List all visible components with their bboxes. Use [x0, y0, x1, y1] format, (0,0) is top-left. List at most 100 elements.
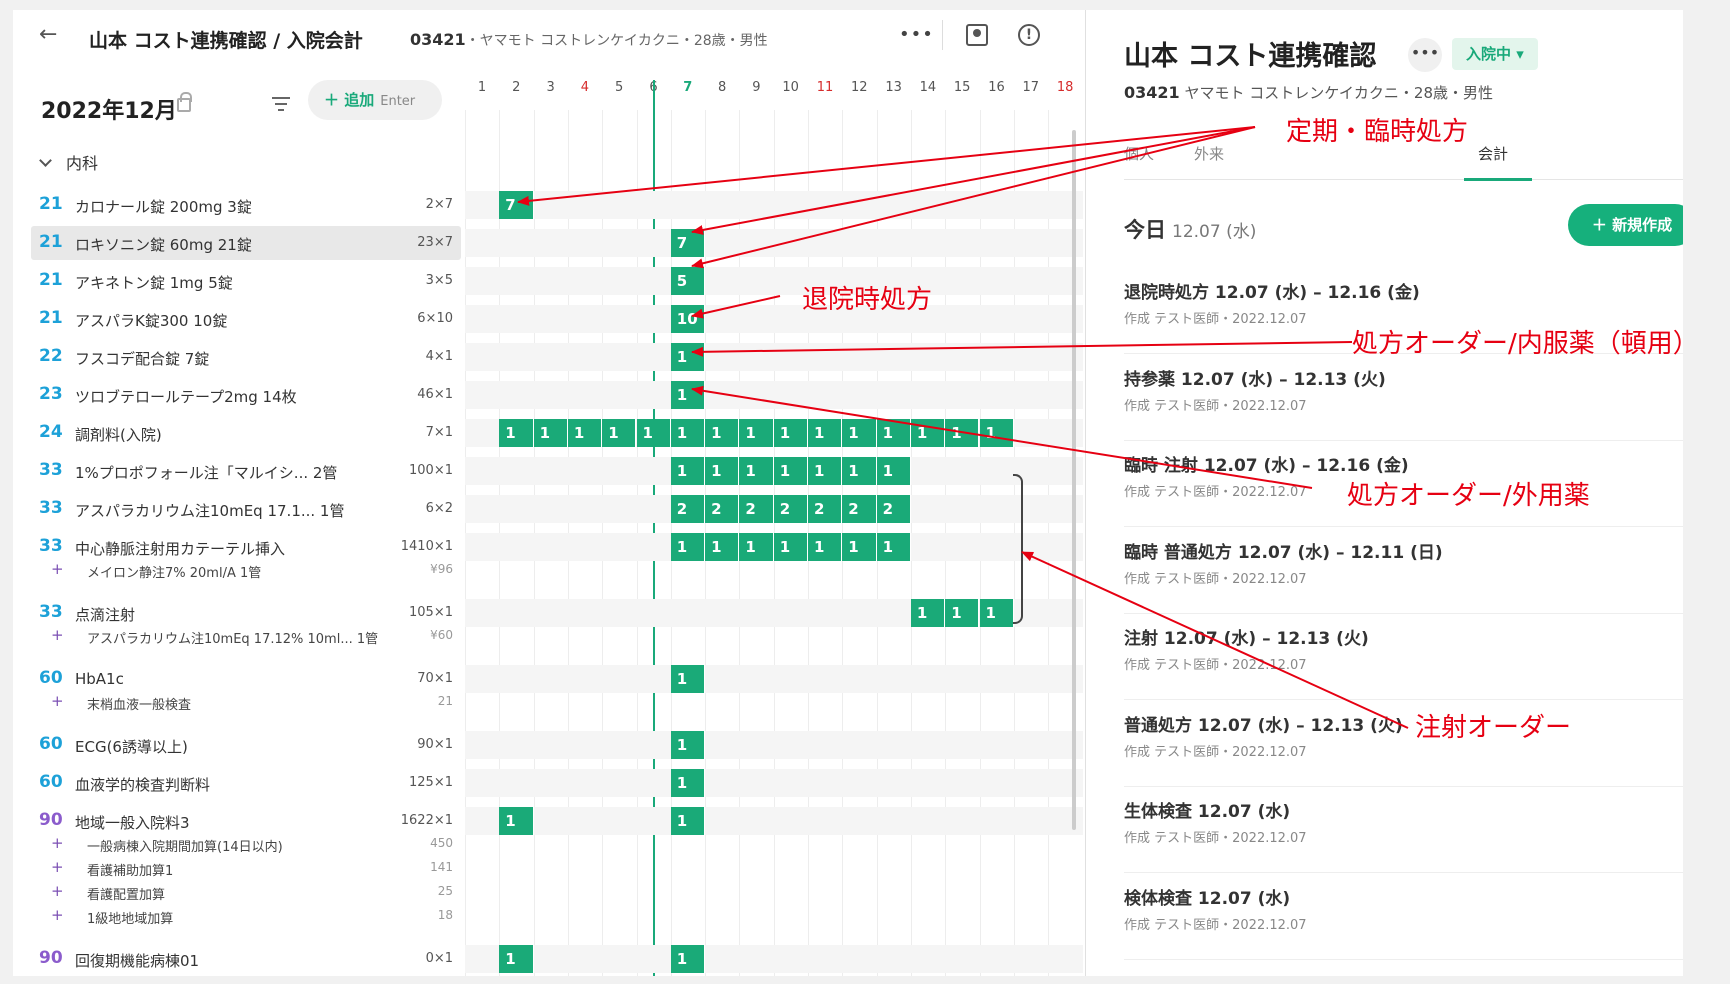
schedule-cell[interactable]: 1 — [808, 457, 843, 485]
schedule-cell[interactable]: 1 — [773, 533, 808, 561]
schedule-cell[interactable]: 1 — [533, 419, 568, 447]
schedule-cell[interactable]: 1 — [567, 419, 603, 447]
item-timeline-track[interactable]: 7 — [465, 191, 1083, 219]
item-row[interactable]: 21 アキネトン錠 1mg 5錠 3×5 — [31, 264, 461, 298]
item-row[interactable]: 33 1%プロポフォール注「マルイシ... 2管 100×1 — [31, 454, 461, 488]
item-row[interactable]: 60 ECG(6誘導以上) 90×1 — [31, 728, 461, 762]
tab-personal[interactable]: 個人 — [1124, 143, 1154, 164]
status-badge[interactable]: 入院中 ▾ — [1452, 38, 1538, 70]
item-row[interactable]: 21 アスパラK錠300 10錠 6×10 — [31, 302, 461, 336]
schedule-cell[interactable]: 1 — [910, 599, 946, 627]
schedule-cell[interactable]: 1 — [773, 457, 808, 485]
schedule-cell[interactable]: 1 — [705, 457, 740, 485]
schedule-cell[interactable]: 1 — [670, 665, 706, 693]
sub-item[interactable]: + アスパラカリウム注10mEq 17.12% 10ml... 1管 ¥60 — [43, 626, 461, 647]
schedule-cell[interactable]: 1 — [670, 381, 706, 409]
schedule-cell[interactable]: 2 — [842, 495, 877, 523]
item-timeline-track[interactable]: 5 — [465, 267, 1083, 295]
schedule-cell[interactable]: 2 — [808, 495, 843, 523]
sub-item[interactable]: +1級地地域加算 18 — [43, 906, 461, 927]
schedule-cell[interactable]: 10 — [670, 305, 706, 333]
schedule-cell[interactable]: 1 — [773, 419, 808, 447]
item-timeline-track[interactable]: 1 — [465, 381, 1083, 409]
detail-more-icon[interactable]: ••• — [1408, 38, 1442, 72]
schedule-cell[interactable]: 1 — [670, 769, 706, 797]
schedule-cell[interactable]: 1 — [910, 419, 946, 447]
item-timeline-track[interactable]: 11 — [465, 807, 1083, 835]
item-row[interactable]: 24 調剤料(入院) 7×1 — [31, 416, 461, 450]
item-timeline-track[interactable]: 111111111111111 — [465, 419, 1083, 447]
schedule-cell[interactable]: 1 — [842, 419, 877, 447]
item-row[interactable]: 33 点滴注射 105×1 — [31, 596, 461, 630]
schedule-cell[interactable]: 1 — [979, 419, 1014, 447]
schedule-cell[interactable]: 1 — [499, 419, 534, 447]
tab-outpatient[interactable]: 外来 — [1194, 143, 1224, 164]
schedule-cell[interactable]: 1 — [670, 945, 706, 973]
schedule-cell[interactable]: 1 — [876, 457, 911, 485]
schedule-cell[interactable]: 1 — [670, 343, 706, 371]
item-timeline-track[interactable]: 10 — [465, 305, 1083, 333]
schedule-cell[interactable]: 1 — [705, 533, 740, 561]
item-timeline-track[interactable]: 1111111 — [465, 533, 1083, 561]
item-timeline-track[interactable]: 111 — [465, 599, 1083, 627]
item-row[interactable]: 60 HbA1c 70×1 — [31, 662, 461, 696]
schedule-cell[interactable]: 2 — [739, 495, 774, 523]
sub-item[interactable]: + 一般病棟入院期間加算(14日以内) 450 — [43, 834, 461, 855]
item-timeline-track[interactable]: 1 — [465, 665, 1083, 693]
order-entry[interactable]: 普通処方 12.07 (水) – 12.13 (火) 作成 テスト医師・2022.… — [1124, 701, 1683, 787]
schedule-cell[interactable]: 1 — [670, 457, 706, 485]
new-order-button[interactable]: ＋ 新規作成 — [1568, 204, 1683, 246]
item-row[interactable]: 23 ツロブテロールテープ2mg 14枚 46×1 — [31, 378, 461, 412]
item-timeline-track[interactable]: 2222222 — [465, 495, 1083, 523]
order-entry[interactable]: 注射 12.07 (水) – 12.13 (火) 作成 テスト医師・2022.12… — [1124, 614, 1683, 700]
scrollbar[interactable] — [1072, 130, 1076, 830]
item-timeline-track[interactable]: 7 — [465, 229, 1083, 257]
schedule-cell[interactable]: 1 — [499, 807, 534, 835]
schedule-cell[interactable]: 1 — [979, 599, 1014, 627]
item-timeline-track[interactable]: 1 — [465, 731, 1083, 759]
item-row[interactable]: 21 ロキソニン錠 60mg 21錠 23×7 — [31, 226, 461, 260]
schedule-cell[interactable]: 2 — [773, 495, 808, 523]
item-row[interactable]: 90 地域一般入院料3 1622×1 — [31, 804, 461, 838]
order-entry[interactable]: 生体検査 12.07 (水) 作成 テスト医師・2022.12.07 — [1124, 787, 1683, 873]
sub-item[interactable]: + 末梢血液一般検査 21 — [43, 692, 461, 713]
schedule-cell[interactable]: 1 — [808, 419, 843, 447]
schedule-cell[interactable]: 1 — [705, 419, 740, 447]
order-entry[interactable]: 臨時 普通処方 12.07 (水) – 12.11 (日) 作成 テスト医師・20… — [1124, 528, 1683, 614]
schedule-cell[interactable]: 5 — [670, 267, 706, 295]
sub-item[interactable]: + メイロン静注7% 20ml/A 1管 ¥96 — [43, 560, 461, 581]
item-timeline-track[interactable]: 1 — [465, 769, 1083, 797]
item-timeline-track[interactable]: 1111111 — [465, 457, 1083, 485]
order-entry[interactable]: 検体検査 12.07 (水) 作成 テスト医師・2022.12.07 — [1124, 874, 1683, 960]
tab-billing[interactable]: 会計 — [1478, 143, 1508, 164]
back-arrow-icon[interactable]: ← — [39, 22, 57, 47]
schedule-cell[interactable]: 2 — [876, 495, 911, 523]
schedule-cell[interactable]: 1 — [499, 945, 534, 973]
order-entry[interactable]: 持参薬 12.07 (水) – 12.13 (火) 作成 テスト医師・2022.1… — [1124, 355, 1683, 441]
schedule-cell[interactable]: 1 — [945, 419, 980, 447]
schedule-cell[interactable]: 1 — [602, 419, 637, 447]
schedule-cell[interactable]: 1 — [876, 419, 911, 447]
item-row[interactable]: 21 カロナール錠 200mg 3錠 2×7 — [31, 188, 461, 222]
schedule-cell[interactable]: 1 — [945, 599, 980, 627]
schedule-cell[interactable]: 1 — [636, 419, 671, 447]
schedule-cell[interactable]: 1 — [739, 419, 774, 447]
filter-icon[interactable] — [271, 97, 291, 113]
item-row[interactable]: 33 アスパラカリウム注10mEq 17.1... 1管 6×2 — [31, 492, 461, 526]
section-header[interactable]: 内科 — [37, 150, 98, 174]
item-timeline-track[interactable]: 11 — [465, 945, 1083, 973]
item-row[interactable]: 22 フスコデ配合錠 7錠 4×1 — [31, 340, 461, 374]
schedule-cell[interactable]: 1 — [739, 533, 774, 561]
schedule-cell[interactable]: 1 — [670, 419, 706, 447]
item-timeline-track[interactable]: 1 — [465, 343, 1083, 371]
schedule-cell[interactable]: 1 — [842, 457, 877, 485]
alert-icon[interactable]: ! — [1018, 24, 1040, 46]
more-menu-icon[interactable]: ••• — [899, 24, 934, 45]
sub-item[interactable]: + 看護配置加算 25 — [43, 882, 461, 903]
schedule-cell[interactable]: 7 — [499, 191, 534, 219]
schedule-cell[interactable]: 2 — [670, 495, 706, 523]
schedule-cell[interactable]: 1 — [808, 533, 843, 561]
item-row[interactable]: 60 血液学的検査判断料 125×1 — [31, 766, 461, 800]
item-row[interactable]: 33 中心静脈注射用カテーテル挿入 1410×1 — [31, 530, 461, 564]
schedule-cell[interactable]: 1 — [842, 533, 877, 561]
